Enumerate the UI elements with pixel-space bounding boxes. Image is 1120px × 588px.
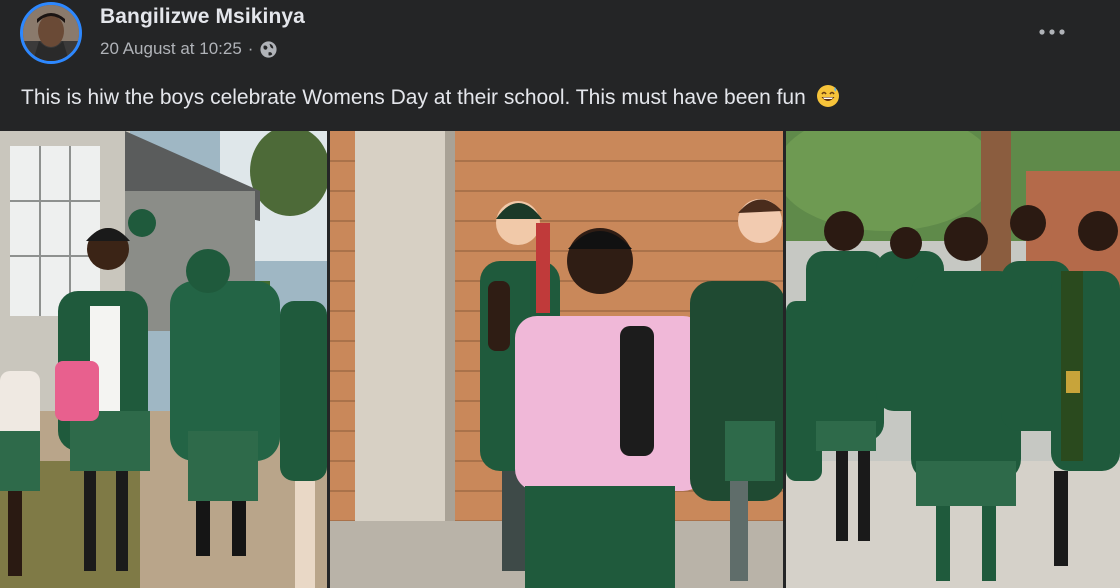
post-meta: 20 August at 10:25 · — [100, 39, 278, 59]
globe-icon — [259, 40, 278, 59]
photo-3[interactable] — [786, 131, 1120, 588]
photo-1[interactable] — [0, 131, 327, 588]
meta-separator: · — [247, 39, 254, 58]
photo-2[interactable] — [330, 131, 783, 588]
grinning-sweat-emoji — [816, 84, 840, 108]
more-options-button[interactable] — [1030, 17, 1074, 47]
post-timestamp[interactable]: 20 August at 10:25 — [100, 39, 242, 59]
more-options-icon — [1039, 29, 1065, 35]
post-header: Bangilizwe Msikinya 20 August at 10:25 · — [0, 0, 1120, 76]
post-caption: This is hiw the boys celebrate Womens Da… — [21, 84, 1101, 110]
caption-text: This is hiw the boys celebrate Womens Da… — [21, 86, 806, 109]
author-avatar[interactable] — [20, 2, 82, 64]
author-name[interactable]: Bangilizwe Msikinya — [100, 5, 305, 29]
